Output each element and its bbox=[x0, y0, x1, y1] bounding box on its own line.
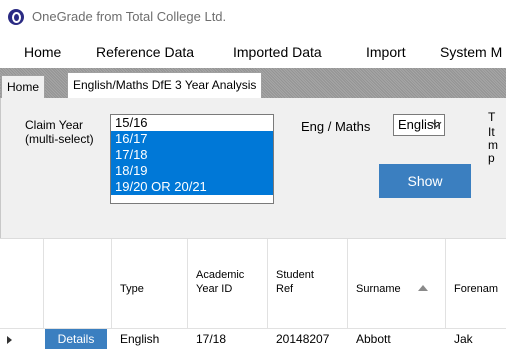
claim-year-sublabel: (multi-select) bbox=[25, 132, 94, 146]
title-bar: OneGrade from Total College Ltd. bbox=[0, 0, 506, 36]
side-info-text: p bbox=[488, 151, 495, 165]
column-header-academic-year[interactable]: Academic Year ID bbox=[188, 239, 268, 329]
sort-ascending-icon bbox=[418, 285, 428, 291]
results-grid: Type Academic Year ID Student Ref Surnam… bbox=[0, 238, 506, 349]
claim-year-option[interactable]: 17/18 bbox=[111, 147, 273, 163]
table-row[interactable]: Details English 17/18 20148207 Abbott Ja… bbox=[0, 329, 506, 349]
claim-year-label: Claim Year bbox=[25, 118, 84, 132]
column-header-label: Type bbox=[120, 283, 144, 295]
claim-year-option[interactable]: 15/16 bbox=[111, 115, 273, 131]
menu-reference-data[interactable]: Reference Data bbox=[96, 44, 194, 60]
menu-system[interactable]: System M bbox=[440, 44, 502, 60]
cell-forename: Jak bbox=[454, 332, 473, 346]
menu-import[interactable]: Import bbox=[366, 44, 406, 60]
claim-year-option[interactable]: 18/19 bbox=[111, 163, 273, 179]
show-button[interactable]: Show bbox=[379, 164, 471, 198]
row-pointer-icon bbox=[7, 336, 12, 344]
column-header-rowselect bbox=[0, 239, 44, 329]
column-header-label: Forenam bbox=[454, 283, 499, 295]
cell-student-ref: 20148207 bbox=[276, 332, 330, 346]
side-info-text: T bbox=[488, 110, 496, 124]
eng-maths-select[interactable]: English bbox=[393, 114, 445, 136]
menu-imported-data[interactable]: Imported Data bbox=[233, 44, 322, 60]
window-title: OneGrade from Total College Ltd. bbox=[32, 9, 227, 24]
column-header-surname[interactable]: Surname bbox=[348, 239, 446, 329]
filter-panel: Claim Year (multi-select) 15/16 16/17 17… bbox=[0, 98, 506, 238]
tab-home[interactable]: Home bbox=[1, 75, 46, 98]
details-button[interactable]: Details bbox=[45, 329, 107, 349]
claim-year-option[interactable]: 16/17 bbox=[111, 131, 273, 147]
claim-year-listbox[interactable]: 15/16 16/17 17/18 18/19 19/20 OR 20/21 bbox=[110, 114, 274, 204]
column-header-label: Surname bbox=[356, 283, 401, 295]
menu-home[interactable]: Home bbox=[24, 44, 61, 60]
column-header-forename[interactable]: Forenam bbox=[446, 239, 506, 329]
tab-english-maths-analysis[interactable]: English/Maths DfE 3 Year Analysis bbox=[67, 72, 263, 98]
side-info-text: It bbox=[488, 125, 495, 139]
column-header-label: Student Ref bbox=[276, 269, 314, 295]
cell-surname: Abbott bbox=[356, 332, 391, 346]
side-info-text: m bbox=[488, 138, 498, 152]
column-header-student-ref[interactable]: Student Ref bbox=[268, 239, 348, 329]
app-logo-icon bbox=[8, 9, 24, 25]
column-header-label: Academic Year ID bbox=[196, 269, 245, 295]
menu-bar: Home Reference Data Imported Data Import… bbox=[0, 36, 506, 68]
column-header-details bbox=[44, 239, 112, 329]
cell-type: English bbox=[120, 332, 160, 346]
claim-year-option[interactable]: 19/20 OR 20/21 bbox=[111, 179, 273, 195]
tab-strip: Home English/Maths DfE 3 Year Analysis bbox=[0, 68, 506, 98]
eng-maths-label: Eng / Maths bbox=[301, 119, 371, 134]
column-header-type[interactable]: Type bbox=[112, 239, 188, 329]
cell-academic-year: 17/18 bbox=[196, 332, 227, 346]
